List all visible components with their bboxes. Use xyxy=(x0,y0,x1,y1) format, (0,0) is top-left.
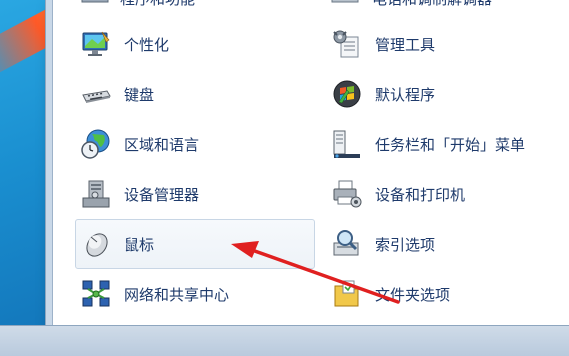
item-label: 索引选项 xyxy=(375,235,436,254)
item-label: 默认程序 xyxy=(375,85,436,104)
window-bottom-frame xyxy=(0,325,569,356)
folder-options-icon xyxy=(334,280,359,307)
device-manager-icon xyxy=(82,180,110,208)
item-admin-tools[interactable]: 管理工具 xyxy=(326,21,566,67)
item-label: 设备和打印机 xyxy=(375,185,466,204)
globe-clock-icon xyxy=(81,129,110,159)
default-programs-icon xyxy=(333,80,361,108)
indexing-icon xyxy=(333,230,359,256)
phone-modem-label-cut[interactable]: 电话和调制解调器 xyxy=(372,0,492,9)
item-network-sharing[interactable]: 网络和共享中心 xyxy=(75,271,315,317)
mouse-icon xyxy=(86,233,108,257)
item-label: 鼠标 xyxy=(124,235,155,254)
item-label: 网络和共享中心 xyxy=(124,285,230,304)
item-devices-printers[interactable]: 设备和打印机 xyxy=(326,171,566,217)
item-label: 个性化 xyxy=(124,35,170,54)
taskbar-icon xyxy=(333,130,360,158)
item-label: 管理工具 xyxy=(375,35,436,54)
programs-features-label-cut[interactable]: 程序和功能 xyxy=(120,0,195,9)
item-label: 文件夹选项 xyxy=(375,285,451,304)
item-label: 键盘 xyxy=(124,85,155,104)
item-folder-options[interactable]: 文件夹选项 xyxy=(326,271,566,317)
item-label: 区域和语言 xyxy=(124,135,200,154)
item-label: 设备管理器 xyxy=(124,185,200,204)
item-label: 任务栏和「开始」菜单 xyxy=(375,135,526,154)
item-region-language[interactable]: 区域和语言 xyxy=(75,121,315,167)
printer-icon xyxy=(333,180,362,208)
keyboard-icon xyxy=(82,90,111,103)
item-device-manager[interactable]: 设备管理器 xyxy=(75,171,315,217)
admin-tools-icon xyxy=(333,30,359,58)
item-personalization[interactable]: 个性化 xyxy=(75,21,315,67)
network-icon xyxy=(82,280,110,307)
item-keyboard[interactable]: 键盘 xyxy=(75,71,315,117)
item-mouse[interactable]: 鼠标 xyxy=(75,219,315,269)
phone-icon-cut xyxy=(331,0,359,3)
personalization-icon xyxy=(82,31,110,56)
item-default-programs[interactable]: 默认程序 xyxy=(326,71,566,117)
item-indexing-options[interactable]: 索引选项 xyxy=(326,221,566,267)
programs-icon-cut xyxy=(81,0,109,3)
item-taskbar-start-menu[interactable]: 任务栏和「开始」菜单 xyxy=(326,121,566,167)
